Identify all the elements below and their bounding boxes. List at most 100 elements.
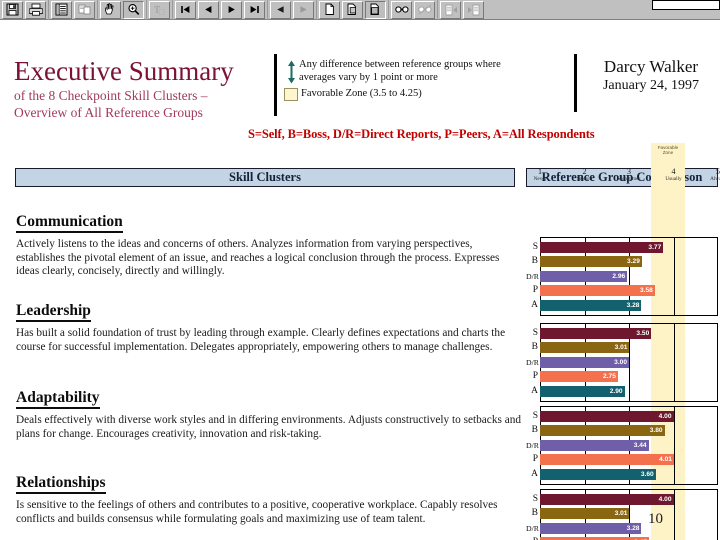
skill-body: Has built a solid foundation of trust by…	[16, 327, 506, 353]
thumbnails-icon[interactable]	[74, 0, 95, 19]
chart-bar: 4.00	[540, 410, 674, 422]
chart-bar: 3.77	[540, 241, 664, 253]
chart-bar: 4.00	[540, 493, 674, 505]
chart-bar: 2.75	[540, 371, 618, 383]
toolbar: T	[0, 0, 720, 20]
chart-bar: 3.50	[540, 327, 652, 339]
chart-axis-labels: 1Never2Seldom3Sometimes4Usually5Always	[526, 163, 720, 189]
chart-bar: 4.01	[540, 454, 674, 466]
bookmarks-icon[interactable]	[51, 0, 72, 19]
toolbar-group-history	[268, 0, 317, 20]
chart-bar: 3.28	[540, 522, 642, 534]
print-icon[interactable]	[25, 0, 46, 19]
chart-bar-row: S 3.50	[526, 326, 718, 340]
page-title: Executive Summary	[14, 56, 234, 86]
chart-bar-value: 3.58	[639, 287, 653, 295]
go-back-icon[interactable]	[270, 0, 291, 19]
chart-bar-track: 3.01	[540, 508, 718, 520]
skill-title: Adaptability	[16, 389, 100, 409]
chart-bar-track: 3.28	[540, 299, 718, 311]
favorable-zone-swatch-icon	[284, 88, 298, 101]
chart-bar-label-a: A	[531, 299, 538, 310]
page-number: 10	[648, 511, 663, 527]
chart-bar-row: B 3.01	[526, 507, 718, 521]
chart-bar-track: 2.96	[540, 270, 718, 282]
chart-bar-track: 3.44	[540, 439, 718, 451]
skill-title: Relationships	[16, 474, 106, 494]
chart-bar-value: 3.77	[648, 243, 662, 251]
toolbar-group-file	[0, 0, 49, 20]
last-page-icon[interactable]	[244, 0, 265, 19]
chart-bar-row: D/R 3.28	[526, 521, 718, 535]
chart-bar-row: B 3.80	[526, 424, 718, 438]
axis-tick-number: 3	[627, 167, 631, 176]
chart-bar: 3.01	[540, 508, 630, 520]
save-icon[interactable]	[2, 0, 23, 19]
chart-bar: 3.60	[540, 468, 656, 480]
hand-tool-icon[interactable]	[100, 0, 121, 19]
axis-tick-number: 4	[671, 167, 676, 176]
chart-bar-value: 2.90	[609, 387, 623, 395]
chart-bar-label-s: S	[532, 410, 538, 421]
chart-bar: 3.29	[540, 256, 642, 268]
chart-bar-label-p: P	[532, 285, 538, 296]
chart-bar-row: B 3.01	[526, 341, 718, 355]
skill-body: Is sensitive to the feelings of others a…	[16, 499, 498, 525]
chart-bar-track: 3.01	[540, 342, 718, 354]
chart-bar-track: 3.28	[540, 522, 718, 534]
actual-size-icon[interactable]	[319, 0, 340, 19]
legend: Any difference between reference groups …	[284, 59, 554, 101]
chart-bar-track: 4.01	[540, 454, 718, 466]
skill-clusters-header: Skill Clusters	[15, 168, 515, 187]
axis-tick-3: 3 Sometimes	[609, 167, 649, 183]
toolbar-group-article	[438, 0, 486, 20]
fit-width-icon[interactable]	[365, 0, 386, 19]
axis-tick-2: 2 Seldom	[565, 167, 605, 183]
next-page-icon[interactable]	[221, 0, 242, 19]
toolbar-group-navigation	[173, 0, 268, 20]
legend-arrow-text-line1: Any difference between reference groups …	[299, 59, 501, 70]
chart-bar: 3.58	[540, 285, 655, 297]
chart-bar-label-d-r: D/R	[526, 523, 539, 533]
axis-tick-word: Sometimes	[617, 176, 641, 182]
chart-bar-value: 2.75	[603, 373, 616, 381]
chart-bar-label-s: S	[532, 241, 538, 252]
skill-title: Communication	[16, 213, 123, 233]
up-down-arrow-icon	[284, 59, 299, 84]
chart-bar: 3.28	[540, 299, 642, 311]
chart-bar-row: D/R 2.96	[526, 269, 718, 283]
pdf-page: Executive Summary of the 8 Checkpoint Sk…	[0, 21, 720, 540]
reference-group-chart: Favorable Zone 1 Never 2 Seldom 3 Sometimes 4 U…	[526, 143, 720, 540]
zoom-tool-icon[interactable]	[123, 0, 144, 19]
chart-bar-row: S 4.00	[526, 409, 718, 423]
previous-article-icon[interactable]	[440, 0, 461, 19]
go-forward-icon[interactable]	[293, 0, 314, 19]
page-subtitle-line2: Overview of All Reference Groups	[14, 105, 203, 120]
chart-bar: 3.00	[540, 356, 629, 368]
search-icon[interactable]	[414, 0, 435, 19]
chart-bar-row: S 3.77	[526, 240, 718, 254]
axis-tick-number: 5	[716, 167, 720, 176]
chart-bar-row: P 3.58	[526, 284, 718, 298]
first-page-icon[interactable]	[175, 0, 196, 19]
chart-bar-value: 3.44	[633, 441, 647, 449]
fit-page-icon[interactable]	[342, 0, 363, 19]
previous-page-icon[interactable]	[198, 0, 219, 19]
skill-section: Relationships Is sensitive to the feelin…	[16, 474, 521, 526]
chart-bar-row: A 2.90	[526, 384, 718, 398]
text-select-icon[interactable]: T	[149, 0, 170, 19]
toolbar-group-find	[389, 0, 438, 20]
axis-tick-5: 5Always	[698, 167, 720, 183]
chart-bar-label-s: S	[532, 327, 538, 338]
chart-bar-value: 3.00	[614, 358, 627, 366]
header-divider-right	[574, 54, 577, 112]
next-article-icon[interactable]	[463, 0, 484, 19]
chart-group: S 3.77 B 3.29 D/R 2.96 P 3.58 A 3.28	[526, 237, 718, 316]
recipient-block: Darcy Walker January 24, 1997	[582, 57, 720, 94]
axis-tick-1: 1 Never	[520, 167, 560, 183]
chart-bar-row: B 3.29	[526, 255, 718, 269]
find-icon[interactable]	[391, 0, 412, 19]
chart-bar: 3.80	[540, 425, 665, 437]
chart-bar: 2.96	[540, 270, 628, 282]
chart-bar-track: 3.80	[540, 425, 718, 437]
